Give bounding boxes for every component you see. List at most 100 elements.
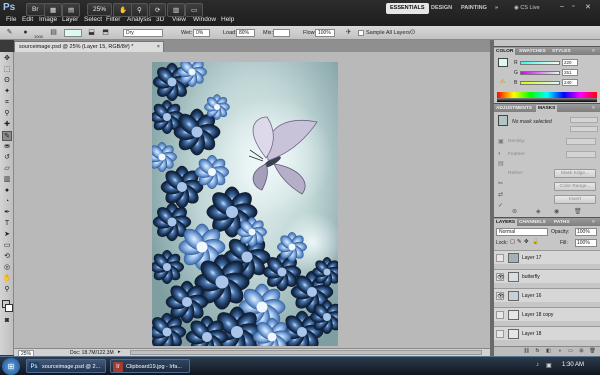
- menu-window[interactable]: Window: [193, 16, 216, 23]
- tab-styles[interactable]: STYLES: [550, 48, 573, 56]
- delete-layer-icon[interactable]: 🗑: [588, 348, 597, 355]
- zoom-tool-button[interactable]: ⚲: [131, 3, 148, 17]
- apply-mask-icon[interactable]: ◈: [536, 208, 541, 215]
- density-input[interactable]: [566, 138, 596, 145]
- maximize-button[interactable]: ▫: [572, 3, 574, 10]
- gradient-tool-icon[interactable]: ▥: [2, 175, 12, 185]
- background-color-swatch[interactable]: [5, 304, 13, 312]
- layers-panel-menu-icon[interactable]: ≡: [590, 219, 597, 227]
- lock-position-icon[interactable]: ✥: [524, 239, 529, 245]
- spectrum-shade-bar[interactable]: [497, 98, 597, 102]
- cs-live-button[interactable]: ◉ CS Live: [510, 3, 544, 14]
- brush-preset-picker[interactable]: ●: [20, 28, 31, 38]
- status-menu-arrow-icon[interactable]: ▸: [118, 349, 121, 355]
- close-button[interactable]: ✕: [585, 3, 591, 11]
- clone-stamp-tool-icon[interactable]: ⛂: [2, 142, 12, 152]
- network-icon[interactable]: ▣: [546, 362, 552, 369]
- menu-analysis[interactable]: Analysis: [127, 16, 151, 23]
- 3d-orbit-tool-icon[interactable]: ◎: [2, 263, 12, 273]
- eyedropper-tool-icon[interactable]: ⚲: [2, 109, 12, 119]
- menu-filter[interactable]: Filter: [106, 16, 120, 23]
- document-tab[interactable]: sourceimage.psd @ 25% (Layer 15, RGB/8#)…: [14, 41, 164, 52]
- color-range-button[interactable]: Color Range...: [554, 182, 596, 191]
- eye-visible-icon[interactable]: 👁: [496, 273, 505, 281]
- history-brush-tool-icon[interactable]: ↺: [2, 153, 12, 163]
- screen-mode-button[interactable]: ▭: [185, 3, 204, 17]
- layer-row[interactable]: Layer 18 copy: [494, 307, 600, 321]
- invert-button[interactable]: Invert: [554, 195, 596, 204]
- eye-hidden-icon[interactable]: [496, 330, 504, 338]
- spot-healing-tool-icon[interactable]: ✚: [2, 120, 12, 130]
- mini-bridge-button[interactable]: ▦: [44, 3, 63, 17]
- lock-image-icon[interactable]: ✎: [517, 239, 522, 245]
- load-input[interactable]: 80%: [236, 29, 255, 37]
- marquee-tool-icon[interactable]: ⬚: [2, 65, 12, 75]
- zoom-level-select[interactable]: 25%: [87, 3, 113, 16]
- quick-mask-icon[interactable]: ◙: [2, 316, 12, 326]
- more-workspaces-button[interactable]: »: [491, 3, 502, 14]
- disable-mask-icon[interactable]: ◉: [554, 208, 559, 215]
- shape-tool-icon[interactable]: ▭: [2, 241, 12, 251]
- adjustment-tool-icon-3[interactable]: ✓: [498, 202, 503, 209]
- adjustment-tool-icon[interactable]: ✂: [498, 180, 503, 187]
- layer-style-icon[interactable]: fx: [533, 348, 542, 355]
- link-layers-icon[interactable]: ⛓: [522, 348, 531, 355]
- adjustment-tool-icon-2[interactable]: ⇄: [498, 191, 503, 198]
- move-tool-icon[interactable]: ✥: [2, 54, 12, 64]
- brush-tool-icon[interactable]: ✎: [2, 131, 12, 141]
- lock-all-icon[interactable]: 🔒: [532, 239, 539, 245]
- vector-mask-button[interactable]: [570, 126, 598, 132]
- workspace-design[interactable]: DESIGN: [427, 3, 456, 14]
- blur-tool-icon[interactable]: ●: [2, 186, 12, 196]
- flow-input[interactable]: 100%: [315, 29, 335, 37]
- tab-layers[interactable]: LAYERS: [494, 219, 518, 227]
- r-slider[interactable]: [520, 61, 560, 65]
- artwork-canvas[interactable]: [152, 62, 338, 346]
- menu-3d[interactable]: 3D: [156, 16, 164, 23]
- clean-brush-icon[interactable]: ⬒: [100, 28, 111, 38]
- gamut-warning-icon[interactable]: ⚠: [500, 78, 505, 85]
- g-value[interactable]: 251: [562, 69, 578, 76]
- eye-hidden-icon[interactable]: [496, 311, 504, 319]
- wet-input[interactable]: 0%: [193, 29, 210, 37]
- blend-mode-select[interactable]: Normal: [496, 228, 548, 236]
- menu-image[interactable]: Image: [39, 16, 57, 23]
- pen-tool-icon[interactable]: ✒: [2, 208, 12, 218]
- tab-swatches[interactable]: SWATCHES: [517, 48, 548, 56]
- current-load-swatch[interactable]: [64, 29, 82, 37]
- mixer-brush-tool-icon[interactable]: ✎: [4, 28, 15, 38]
- guides-button[interactable]: ▤: [62, 3, 81, 17]
- tab-paths[interactable]: PATHS: [552, 219, 572, 227]
- adjustment-layer-icon[interactable]: ◑: [555, 348, 564, 355]
- rotate-view-button[interactable]: ⟳: [149, 3, 167, 17]
- 3d-rotate-tool-icon[interactable]: ⟲: [2, 252, 12, 262]
- menu-layer[interactable]: Layer: [62, 16, 78, 23]
- volume-icon[interactable]: ♪: [536, 362, 539, 368]
- minimize-button[interactable]: –: [560, 3, 564, 10]
- load-selection-icon[interactable]: ⊚: [512, 208, 517, 215]
- zoom-tool-icon[interactable]: ⚲: [2, 285, 12, 295]
- workspace-essentials[interactable]: ESSENTIALS: [386, 3, 429, 14]
- new-layer-icon[interactable]: ⊞: [577, 348, 586, 355]
- lasso-tool-icon[interactable]: ʘ: [2, 76, 12, 86]
- brush-panel-toggle-icon[interactable]: ▤: [48, 28, 59, 38]
- layer-row[interactable]: 👁 Layer 16: [494, 288, 600, 302]
- new-group-icon[interactable]: ▭: [566, 348, 575, 355]
- lock-transparency-icon[interactable]: ▢: [510, 239, 515, 245]
- windows-orb-icon[interactable]: ⊞: [2, 358, 20, 375]
- tab-adjustments[interactable]: ADJUSTMENTS: [494, 105, 534, 113]
- hand-tool-icon[interactable]: ✋: [2, 274, 12, 284]
- eraser-tool-icon[interactable]: ▱: [2, 164, 12, 174]
- b-slider[interactable]: [520, 81, 560, 85]
- taskbar-clock[interactable]: 1:30 AM: [562, 362, 584, 368]
- eye-visible-icon[interactable]: 👁: [496, 292, 505, 300]
- tab-color[interactable]: COLOR: [494, 48, 516, 56]
- r-value[interactable]: 220: [562, 59, 578, 66]
- workspace-painting[interactable]: PAINTING: [457, 3, 491, 14]
- layer-row[interactable]: 👁 butterfly: [494, 269, 600, 283]
- bridge-button[interactable]: Br: [26, 3, 45, 16]
- horizontal-scrollbar[interactable]: [130, 350, 482, 355]
- pressure-size-icon[interactable]: ⊙: [407, 28, 418, 38]
- type-tool-icon[interactable]: T: [2, 219, 12, 229]
- feather-input[interactable]: [566, 151, 596, 158]
